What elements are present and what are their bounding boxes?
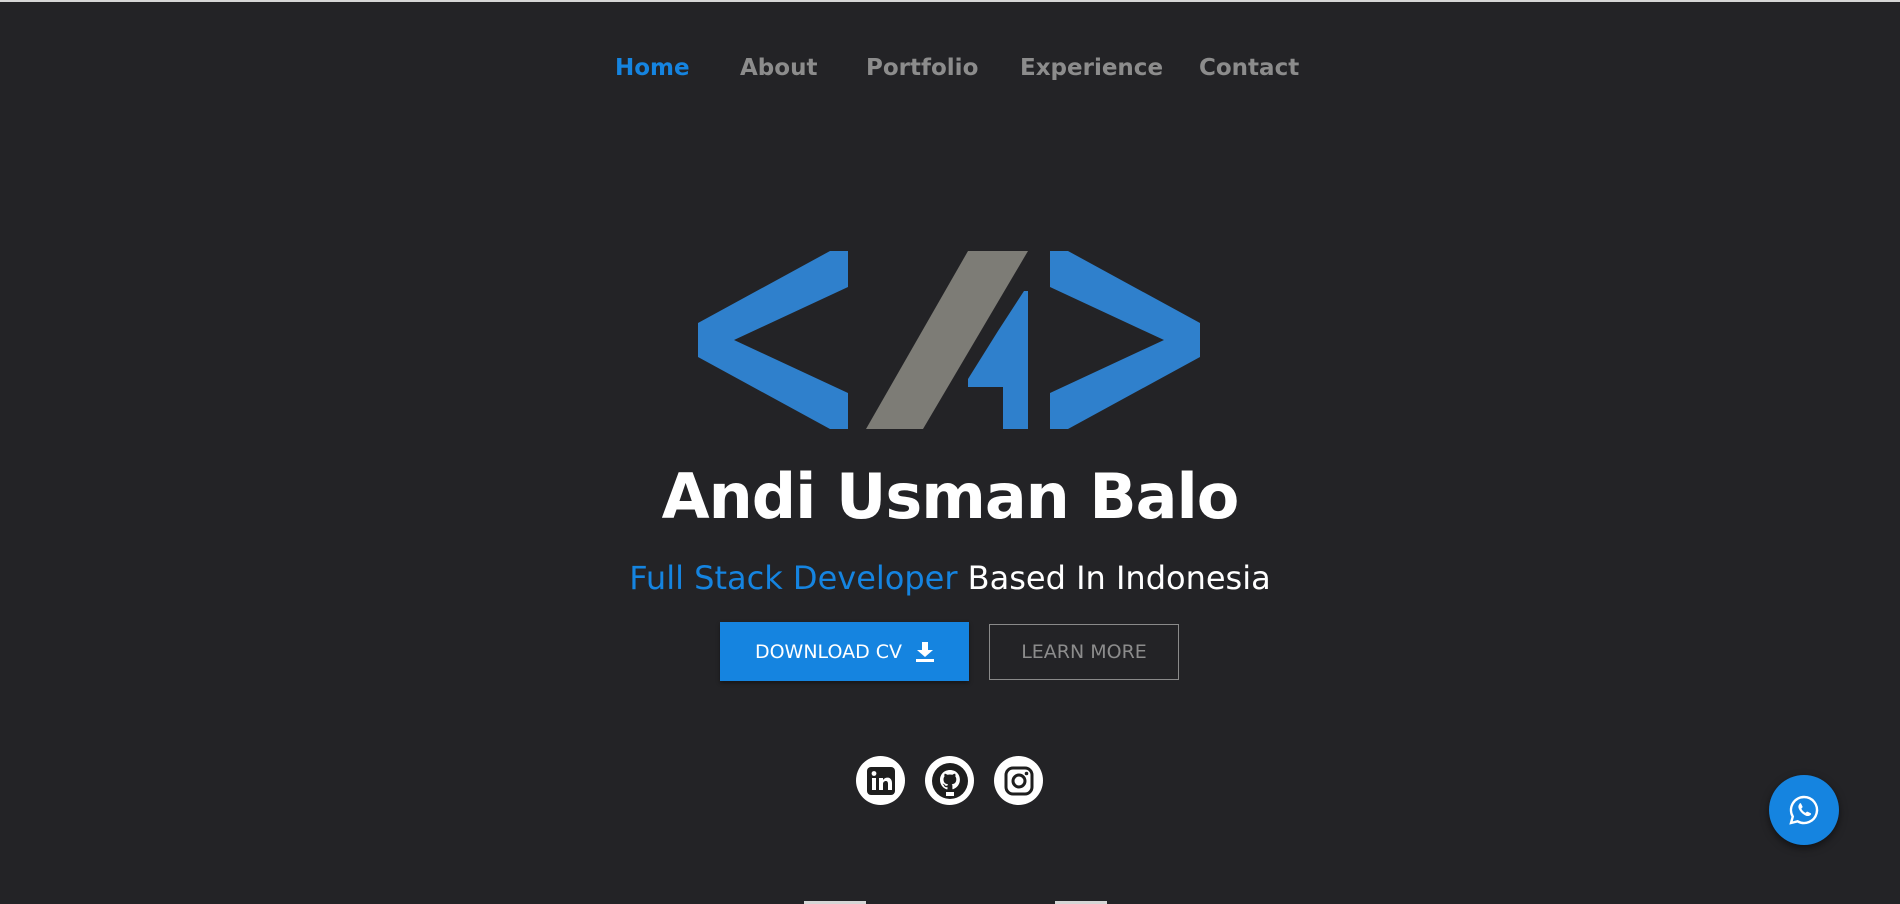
whatsapp-chat-button[interactable] [1769,775,1839,845]
main-nav: Home About Portfolio Experience Contact [0,50,1900,86]
whatsapp-icon [1789,795,1819,825]
linkedin-icon [866,766,895,795]
nav-item-experience[interactable]: Experience [1020,50,1163,86]
hero-location: Based In Indonesia [957,559,1271,597]
nav-item-contact[interactable]: Contact [1199,50,1299,86]
learn-more-button[interactable]: LEARN MORE [989,624,1179,680]
top-border [0,0,1900,2]
github-link[interactable] [925,756,974,805]
nav-item-about[interactable]: About [740,50,817,86]
github-icon [931,762,968,799]
code-brackets-logo-icon [698,251,1200,429]
hero-role: Full Stack Developer [629,559,958,597]
download-icon [916,641,935,662]
hero-tagline: Full Stack Developer Based In Indonesia [0,554,1900,602]
download-cv-label: DOWNLOAD CV [754,640,903,663]
linkedin-link[interactable] [856,756,905,805]
download-cv-button[interactable]: DOWNLOAD CV [720,622,969,681]
hero-name: Andi Usman Balo [661,460,1240,533]
nav-item-portfolio[interactable]: Portfolio [866,50,978,86]
nav-item-home[interactable]: Home [615,50,690,86]
instagram-icon [1004,766,1033,795]
instagram-link[interactable] [994,756,1043,805]
